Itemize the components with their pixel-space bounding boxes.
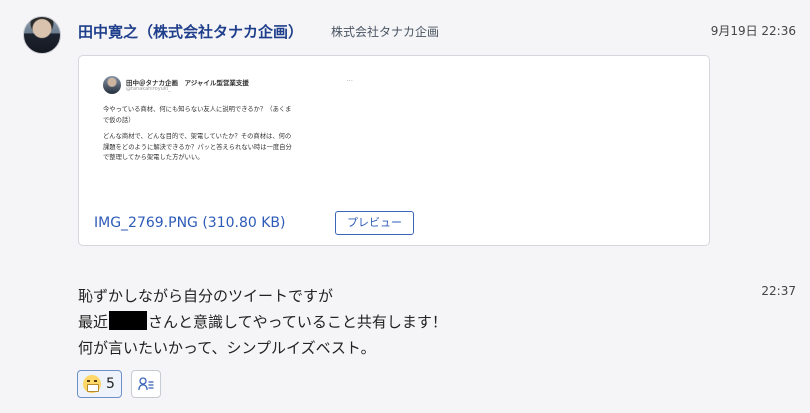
chat-message-thread: 田中寛之（株式会社タナカ企画） 株式会社タナカ企画 9月19日 22:36 田中… xyxy=(0,0,810,413)
message-line: 最近 さんと意識してやっていること共有します！ xyxy=(78,309,447,335)
reaction-count: 5 xyxy=(106,376,115,392)
more-icon: ··· xyxy=(346,77,353,85)
attachment-file-link[interactable]: IMG_2769.PNG (310.80 KB) xyxy=(94,215,286,231)
redacted-block xyxy=(109,311,148,330)
read-status-person-list-icon xyxy=(138,377,154,391)
tweet-paragraph: どんな商材で、どんな目的で、架電していたか？その商材は、何の課題をどのように解決… xyxy=(103,133,292,161)
message-text-fragment: 最近 xyxy=(78,313,109,331)
message-timestamp: 9月19日 22:36 xyxy=(710,24,796,38)
sender-name[interactable]: 田中寛之（株式会社タナカ企画） xyxy=(78,21,303,42)
tweet-avatar xyxy=(103,76,121,94)
preview-button[interactable]: プレビュー xyxy=(335,211,414,235)
reaction-button[interactable]: 5 xyxy=(77,370,122,398)
tweet-body: 今やっている商材、何にも知らない友人に説明できるか？（あくまで仮の話） どんな商… xyxy=(103,105,293,170)
sender-organization: 株式会社タナカ企画 xyxy=(331,25,440,39)
message-text: 恥ずかしながら自分のツイートですが 最近 さんと意識してやっていること共有します！… xyxy=(78,283,447,361)
followup-timestamp: 22:37 xyxy=(761,284,796,298)
tweet-paragraph: 今やっている商材、何にも知らない友人に説明できるか？（あくまで仮の話） xyxy=(103,106,292,124)
tweet-handle: @tanakahiroyuki_ xyxy=(126,86,171,92)
image-thumbnail[interactable]: 田中＠タナカ企画 アジャイル型営業支援 @tanakahiroyuki_ ···… xyxy=(99,72,361,206)
message-text-fragment: さんと意識してやっていること共有します！ xyxy=(148,313,447,331)
message-line: 恥ずかしながら自分のツイートですが xyxy=(78,287,334,305)
read-status-button[interactable] xyxy=(131,370,161,398)
attachment-card: 田中＠タナカ企画 アジャイル型営業支援 @tanakahiroyuki_ ···… xyxy=(78,55,710,246)
grimacing-face-icon xyxy=(83,375,101,393)
message-line: 何が言いたいかって、シンプルイズベスト。 xyxy=(78,339,376,357)
avatar[interactable] xyxy=(23,16,61,54)
